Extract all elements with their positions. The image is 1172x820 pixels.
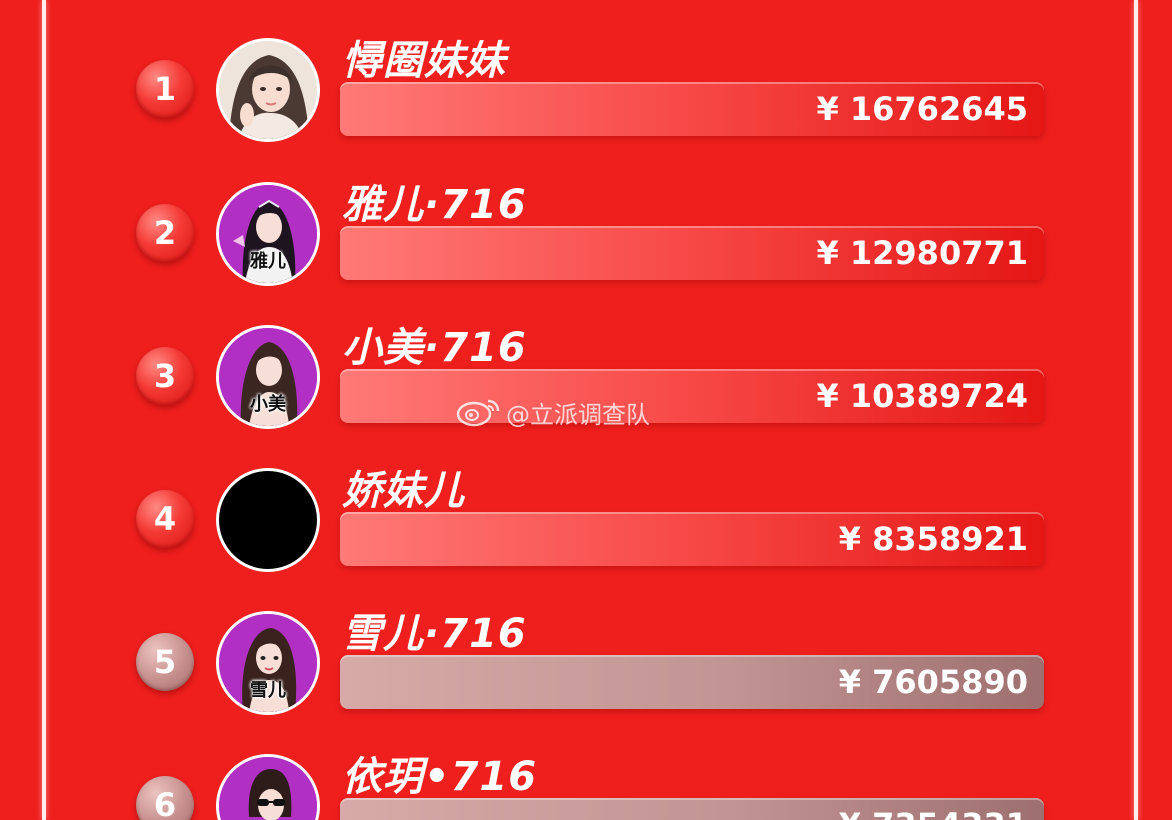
amount-bar: ¥ 8358921 (340, 512, 1044, 566)
amount-value: ¥ 12980771 (816, 234, 1028, 272)
cartoon-girl-sunglasses-avatar[interactable] (216, 754, 320, 820)
amount-bar: ¥ 12980771 (340, 226, 1044, 280)
amount-bar: ¥ 10389724 (340, 369, 1044, 423)
ranking-row-4[interactable]: 4 娇妹儿 ¥ 8358921 (0, 450, 1172, 590)
avatar-name-tag: 雅儿 (250, 251, 286, 272)
rank-badge: 3 (136, 347, 194, 405)
black-avatar[interactable] (216, 468, 320, 572)
rank-badge: 6 (136, 776, 194, 820)
cartoon-girl-avatar[interactable]: 小美 (216, 325, 320, 429)
watermark-text: @立派调查队 (506, 400, 650, 429)
amount-value: ¥ 8358921 (838, 520, 1028, 558)
user-name: 憳圈妹妹 (342, 38, 506, 84)
user-name: 娇妹儿 (342, 468, 465, 514)
rank-badge: 5 (136, 633, 194, 691)
amount-bar: ¥ 16762645 (340, 82, 1044, 136)
rank-badge: 4 (136, 490, 194, 548)
user-name: 小美·716 (342, 325, 527, 371)
rank-badge: 1 (136, 60, 194, 118)
ranking-row-5[interactable]: 5 雪儿 雪儿·716 ¥ 7605890 (0, 593, 1172, 733)
cartoon-girl-avatar[interactable]: 雅儿 (216, 182, 320, 286)
amount-value: ¥ 7354331 (839, 806, 1028, 820)
amount-value: ¥ 7605890 (838, 663, 1028, 701)
cartoon-girl-avatar[interactable]: 雪儿 (216, 611, 320, 715)
rank-badge: 2 (136, 204, 194, 262)
ranking-row-6[interactable]: 6 依玥•716 ¥ 7354331 (0, 736, 1172, 820)
user-name: 依玥•716 (342, 754, 538, 800)
weibo-watermark: @立派调查队 (456, 395, 650, 429)
user-name: 雪儿·716 (342, 611, 527, 657)
ranking-row-2[interactable]: 2 雅儿 雅儿·716 ¥ 12980771 (0, 164, 1172, 304)
weibo-icon (456, 399, 500, 427)
amount-value: ¥ 10389724 (816, 377, 1028, 415)
ranking-row-1[interactable]: 1 憳圈妹妹 ¥ 16762645 (0, 20, 1172, 160)
amount-value: ¥ 16762645 (816, 90, 1028, 128)
user-name: 雅儿·716 (342, 182, 527, 228)
amount-bar: ¥ 7605890 (340, 655, 1044, 709)
photo-avatar[interactable] (216, 38, 320, 142)
avatar-name-tag: 雪儿 (250, 680, 286, 701)
avatar-name-tag: 小美 (250, 394, 286, 415)
amount-bar: ¥ 7354331 (340, 798, 1044, 820)
